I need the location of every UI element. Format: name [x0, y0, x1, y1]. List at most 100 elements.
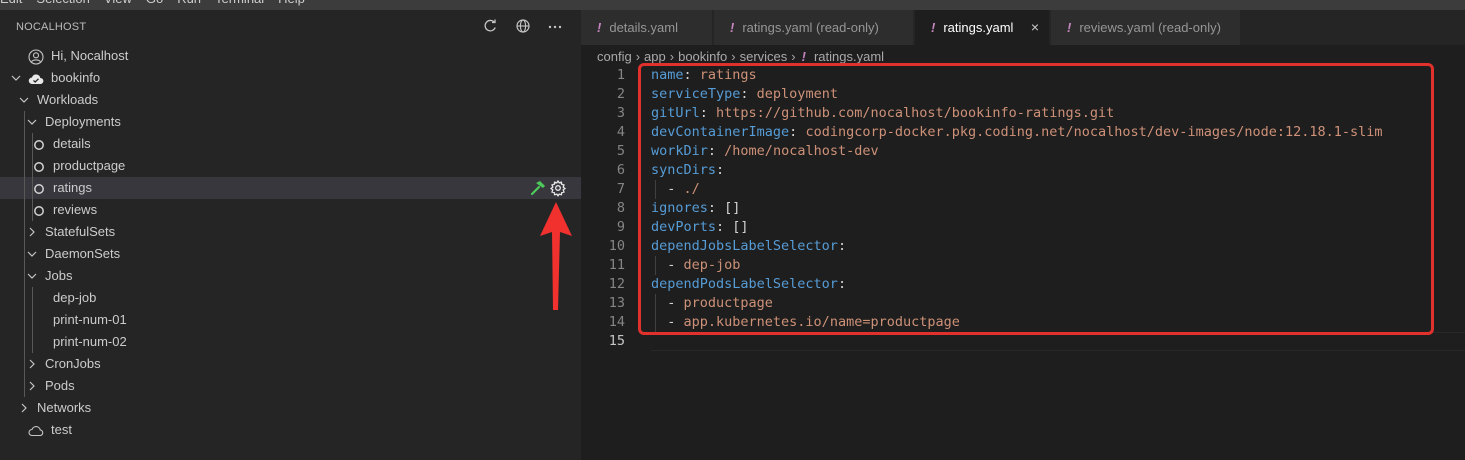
tree-item-label: CronJobs [45, 356, 101, 371]
circle-outline-icon [31, 137, 47, 153]
indent-guide [24, 155, 25, 177]
tree-item-dep-job[interactable]: dep-job [0, 287, 581, 309]
highlight-box [638, 63, 1434, 335]
line-number: 2 [616, 86, 625, 102]
tree-item-print-num-01[interactable]: print-num-01 [0, 309, 581, 331]
tree-item-productpage[interactable]: productpage [0, 155, 581, 177]
tree-item-hi-nocalhost[interactable]: Hi, Nocalhost [0, 45, 581, 67]
line-number: 3 [616, 105, 625, 121]
sidebar-header: NOCALHOST [0, 10, 581, 44]
indent-guide [32, 331, 33, 353]
tree-item-pods[interactable]: Pods [0, 375, 581, 397]
chevron-down-icon[interactable] [18, 89, 30, 111]
indent-guide [24, 331, 25, 353]
line-number: 1 [616, 67, 625, 83]
tree-item-label: print-num-02 [53, 334, 127, 349]
breadcrumb-item[interactable]: bookinfo [678, 49, 727, 64]
indent-guide [24, 287, 25, 309]
chevron-right-icon[interactable] [18, 397, 30, 419]
chevron-down-icon[interactable] [10, 67, 22, 89]
tree-item-label: Jobs [45, 268, 73, 283]
indent-guide [24, 265, 25, 287]
tree-item-workloads[interactable]: Workloads [0, 89, 581, 111]
indent-guide [32, 287, 33, 309]
row-actions [527, 179, 567, 197]
tab-label: details.yaml [609, 20, 678, 35]
line-number: 9 [616, 219, 625, 235]
tree-item-label: Pods [45, 378, 75, 393]
indent-guide [24, 353, 25, 375]
chevron-down-icon[interactable] [26, 265, 38, 287]
yaml-file-icon: ! [1067, 20, 1072, 35]
line-number: 6 [616, 162, 625, 178]
chevron-right-icon[interactable] [26, 353, 38, 375]
chevron-down-icon[interactable] [26, 111, 38, 133]
circle-outline-icon [31, 159, 47, 175]
tree-item-label: Deployments [45, 114, 121, 129]
menu-item[interactable]: Run [177, 0, 201, 6]
tree-item-test[interactable]: test [0, 419, 581, 441]
editor-tabs: ! details.yaml! ratings.yaml (read-only)! r… [581, 10, 1465, 45]
tree-item-print-num-02[interactable]: print-num-02 [0, 331, 581, 353]
refresh-icon[interactable] [481, 18, 499, 36]
indent-guide [24, 375, 25, 397]
close-icon[interactable]: × [1031, 10, 1039, 45]
account-icon [28, 49, 44, 65]
chevron-right-icon: › [791, 49, 796, 64]
breadcrumb-item[interactable]: services [740, 49, 788, 64]
chevron-down-icon[interactable] [26, 243, 38, 265]
tree-item-statefulsets[interactable]: StatefulSets [0, 221, 581, 243]
breadcrumb-item[interactable]: app [644, 49, 666, 64]
tree-item-ratings[interactable]: ratings [0, 177, 581, 199]
breadcrumb-item[interactable]: config [597, 49, 632, 64]
gear-icon[interactable] [549, 179, 567, 197]
tree-item-bookinfo[interactable]: bookinfo [0, 67, 581, 89]
menu-item[interactable]: Help [278, 0, 305, 6]
menu-items: Edit Selection View Go Run Terminal Help [0, 0, 319, 6]
hammer-icon[interactable] [529, 179, 547, 197]
tree-item-jobs[interactable]: Jobs [0, 265, 581, 287]
tree-item-label: Workloads [37, 92, 99, 107]
tree-item-daemonsets[interactable]: DaemonSets [0, 243, 581, 265]
globe-icon[interactable] [514, 18, 532, 36]
chevron-right-icon[interactable] [26, 221, 38, 243]
tree-item-label: StatefulSets [45, 224, 116, 239]
tree-item-label: ratings [53, 180, 93, 195]
explorer-sidebar: NOCALHOST Hi, Nocalhost bookinfo Workloads… [0, 10, 581, 460]
tab-ratings-yaml-read-only-[interactable]: ! ratings.yaml (read-only) [714, 10, 914, 45]
tree-item-cronjobs[interactable]: CronJobs [0, 353, 581, 375]
menu-item[interactable]: Terminal [215, 0, 264, 6]
line-number: 13 [608, 295, 625, 311]
circle-outline-icon [31, 181, 47, 197]
tree-item-networks[interactable]: Networks [0, 397, 581, 419]
chevron-right-icon[interactable] [26, 375, 38, 397]
tree-item-label: reviews [53, 202, 98, 217]
yaml-file-icon: ! [931, 20, 936, 35]
line-number: 12 [608, 276, 625, 292]
tab-reviews-yaml-read-only-[interactable]: ! reviews.yaml (read-only) [1051, 10, 1241, 45]
tab-details-yaml[interactable]: ! details.yaml [581, 10, 713, 45]
menu-item[interactable]: View [104, 0, 132, 6]
tree-item-label: Networks [37, 400, 92, 415]
sidebar-title: NOCALHOST [16, 21, 87, 33]
indent-guide [32, 309, 33, 331]
line-number: 14 [608, 314, 625, 330]
tree-item-label: Hi, Nocalhost [51, 48, 129, 63]
more-icon[interactable] [546, 18, 564, 36]
menu-item[interactable]: Edit [0, 0, 22, 6]
tab-ratings-yaml[interactable]: ! ratings.yaml × [915, 10, 1050, 45]
menu-item[interactable]: Go [146, 0, 163, 6]
indent-guide [24, 133, 25, 155]
indent-guide [24, 243, 25, 265]
line-number: 7 [616, 181, 625, 197]
tree-item-label: test [51, 422, 72, 437]
tree-item-deployments[interactable]: Deployments [0, 111, 581, 133]
breadcrumb-file[interactable]: ratings.yaml [814, 49, 884, 64]
cloud-outline-icon [28, 423, 44, 439]
yaml-file-icon: ! [801, 49, 806, 64]
tree-item-reviews[interactable]: reviews [0, 199, 581, 221]
chevron-right-icon: › [669, 49, 675, 64]
tree-item-label: dep-job [53, 290, 97, 305]
menu-item[interactable]: Selection [36, 0, 89, 6]
tree-item-details[interactable]: details [0, 133, 581, 155]
